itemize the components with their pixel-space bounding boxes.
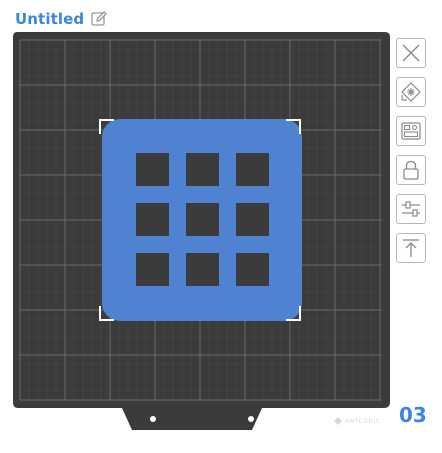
model-hole — [186, 203, 219, 236]
lock-icon — [403, 160, 419, 180]
plate-hole — [248, 416, 254, 422]
model-hole — [236, 153, 269, 186]
model-hole — [186, 253, 219, 286]
move-to-top-icon — [403, 239, 419, 257]
layout-icon — [401, 122, 421, 140]
plate-number: 03 — [399, 403, 427, 427]
model-hole — [236, 203, 269, 236]
model-hole — [136, 203, 169, 236]
model-hole — [236, 253, 269, 286]
brand-label: ANYCUBIC — [334, 417, 380, 425]
header: Untitled — [15, 10, 108, 28]
plate-hole — [150, 416, 156, 422]
side-toolbar — [396, 38, 428, 263]
pencil-edit-icon[interactable] — [90, 10, 108, 28]
settings-sliders-icon — [402, 201, 420, 217]
brand-text: ANYCUBIC — [345, 417, 381, 425]
build-plate[interactable]: ANYCUBIC — [12, 32, 392, 442]
model-hole — [186, 153, 219, 186]
grid-tray-model[interactable] — [102, 119, 302, 321]
move-to-top-button[interactable] — [396, 233, 426, 263]
model-hole — [136, 253, 169, 286]
auto-arrange-icon — [401, 82, 421, 102]
close-icon — [402, 44, 420, 62]
layout-button[interactable] — [396, 116, 426, 146]
auto-arrange-button[interactable] — [396, 77, 426, 107]
project-title[interactable]: Untitled — [15, 10, 84, 28]
settings-sliders-button[interactable] — [396, 194, 426, 224]
brand-logo-icon — [334, 417, 342, 425]
lock-button[interactable] — [396, 155, 426, 185]
build-plate-canvas[interactable] — [12, 32, 392, 442]
close-button[interactable] — [396, 38, 426, 68]
model-hole — [136, 153, 169, 186]
